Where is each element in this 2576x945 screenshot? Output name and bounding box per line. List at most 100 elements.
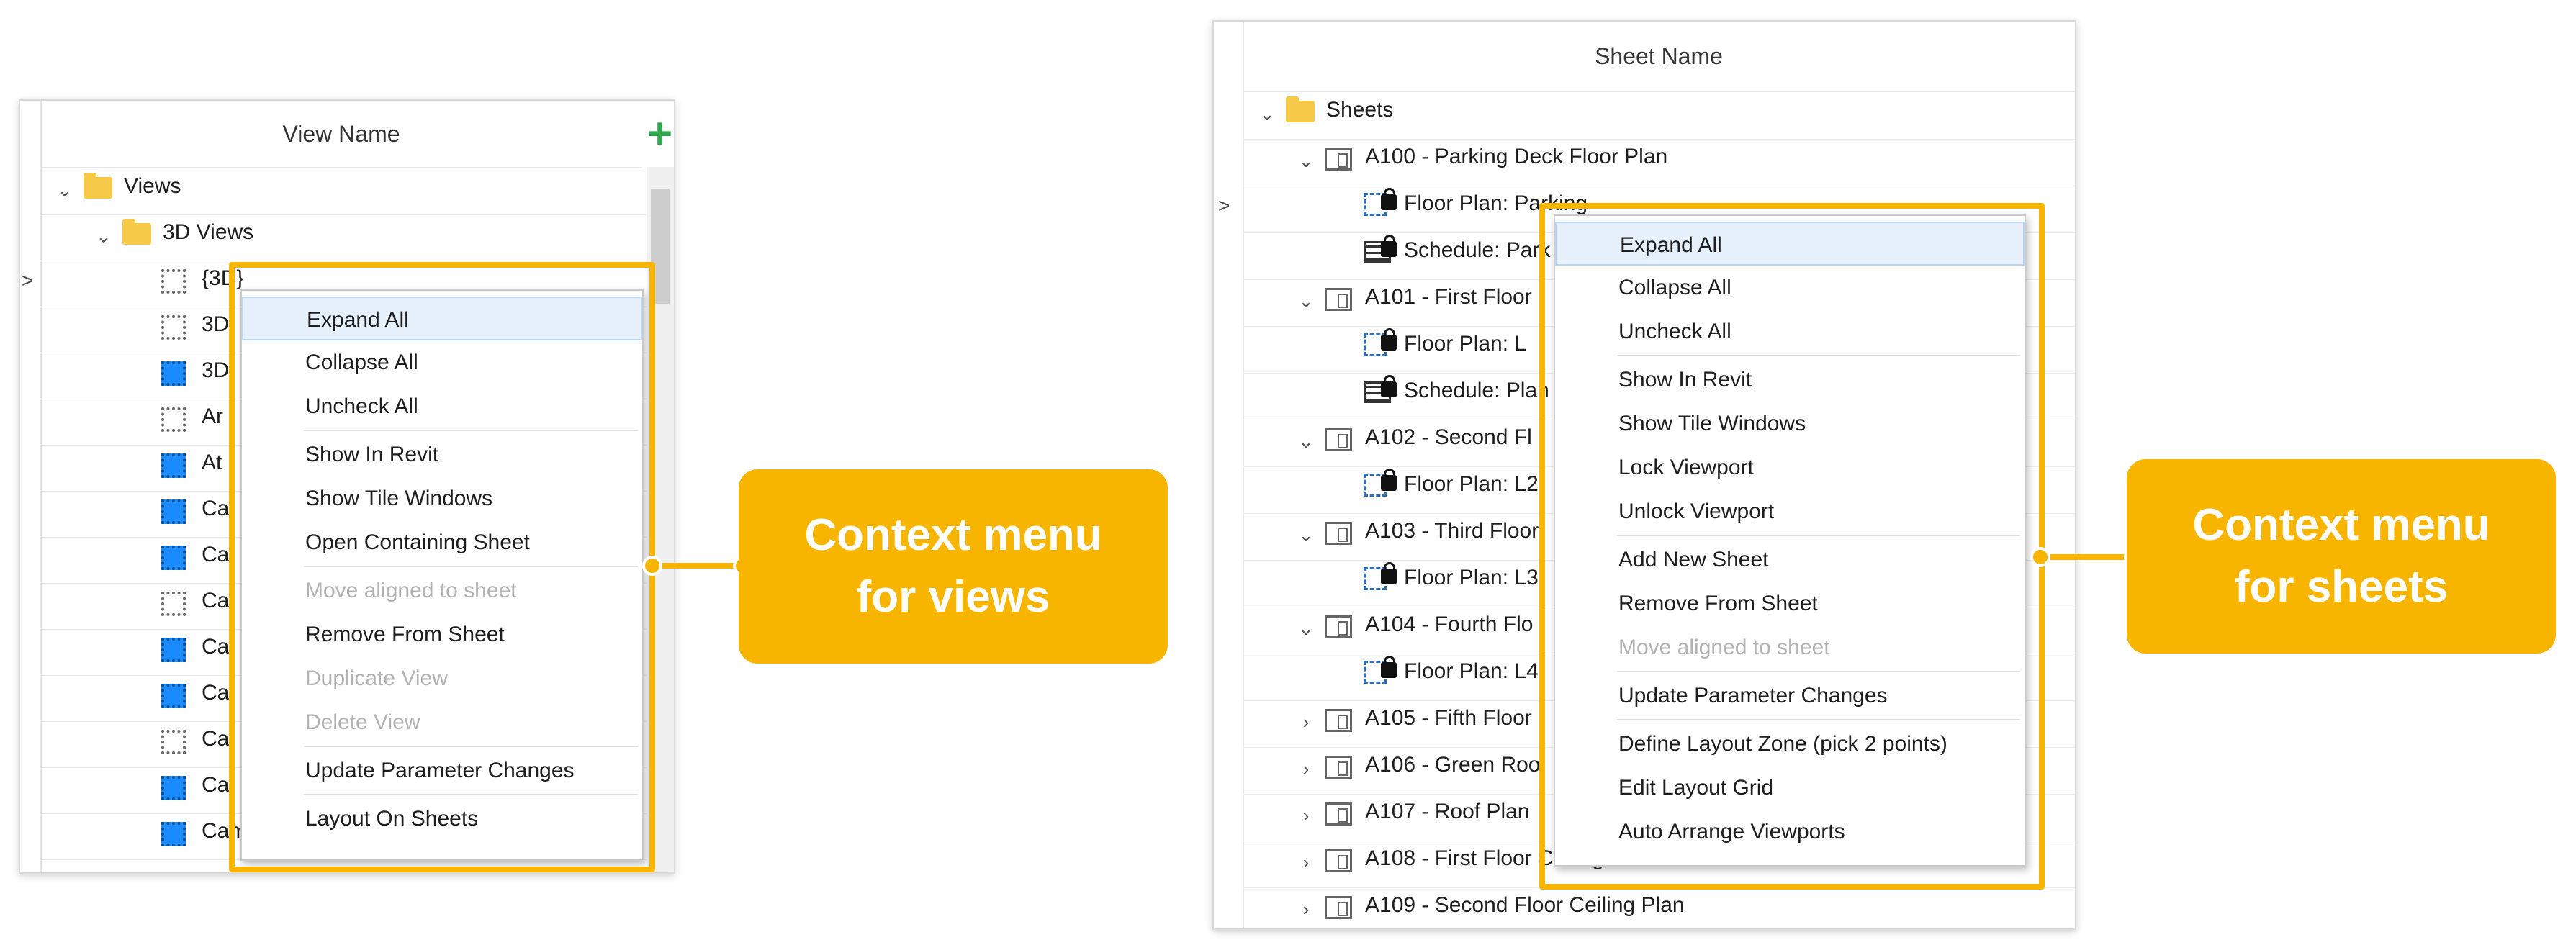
lock-icon (1381, 375, 1397, 397)
tree-row[interactable]: ⌄ A100 - Parking Deck Floor Plan (1243, 139, 2075, 186)
view-name-column-header[interactable]: View Name (40, 101, 642, 168)
chevron-icon[interactable]: ⌄ (94, 226, 114, 246)
view-selected-icon (161, 822, 186, 846)
chevron-icon[interactable]: › (1296, 759, 1316, 779)
sheets-callout-dot-start (2030, 547, 2050, 567)
chevron-icon[interactable]: ⌄ (1296, 525, 1316, 545)
tree-row-label: A106 - Green Roo (1365, 753, 1541, 777)
views-callout-dot-start (642, 556, 662, 576)
tree-row-label: A101 - First Floor (1365, 285, 1532, 309)
menu-separator (304, 566, 638, 567)
view-icon (161, 315, 186, 340)
sheet-icon (1325, 802, 1352, 826)
chevron-icon[interactable]: ⌄ (55, 180, 75, 200)
menu-item-define-layout-zone-pick-2-points[interactable]: Define Layout Zone (pick 2 points) (1555, 722, 2025, 766)
tree-row[interactable]: › A109 - Second Floor Ceiling Plan (1243, 887, 2075, 928)
tree-row-label: Schedule: Plan (1404, 379, 1549, 402)
tree-row-label: Ca (202, 681, 230, 705)
menu-item-add-new-sheet[interactable]: Add New Sheet (1555, 538, 2025, 582)
row-header-gutter: > (20, 101, 42, 872)
chevron-icon[interactable]: ⌄ (1296, 291, 1316, 311)
sheet-icon (1325, 709, 1352, 732)
menu-item-open-containing-sheet[interactable]: Open Containing Sheet (242, 520, 642, 564)
lock-icon (1381, 188, 1397, 210)
menu-item-remove-from-sheet[interactable]: Remove From Sheet (1555, 582, 2025, 625)
sheet-icon (1325, 522, 1352, 545)
sheet-icon (1325, 849, 1352, 872)
views-callout-line2: for views (856, 572, 1050, 622)
chevron-icon[interactable]: ⌄ (1296, 150, 1316, 171)
chevron-icon[interactable]: ⌄ (1296, 618, 1316, 638)
tree-row[interactable]: ⌄ 3D Views (40, 214, 647, 261)
menu-separator (1617, 671, 2020, 672)
menu-item-show-tile-windows[interactable]: Show Tile Windows (1555, 402, 2025, 446)
menu-item-collapse-all[interactable]: Collapse All (1555, 266, 2025, 309)
sheet-icon (1325, 756, 1352, 779)
menu-item-auto-arrange-viewports[interactable]: Auto Arrange Viewports (1555, 810, 2025, 854)
sheet-icon (1325, 288, 1352, 311)
folder-icon (122, 219, 151, 245)
menu-item-unlock-viewport[interactable]: Unlock Viewport (1555, 489, 2025, 533)
views-context-menu: Expand All Collapse All Uncheck All Show In… (240, 289, 644, 861)
menu-item-layout-on-sheets[interactable]: Layout On Sheets (242, 797, 642, 841)
menu-separator (1617, 719, 2020, 720)
views-scrollbar-thumb[interactable] (651, 189, 670, 304)
menu-item-move-aligned-to-sheet: Move aligned to sheet (1618, 636, 1830, 659)
menu-item-show-in-revit[interactable]: Show In Revit (242, 433, 642, 476)
view-icon (161, 730, 186, 754)
lock-icon (1381, 235, 1397, 257)
menu-separator (304, 430, 638, 431)
menu-item-collapse-all[interactable]: Collapse All (242, 340, 642, 384)
tree-row-label: A105 - Fifth Floor (1365, 706, 1532, 730)
menu-item-show-tile-windows[interactable]: Show Tile Windows (242, 476, 642, 520)
menu-item-uncheck-all[interactable]: Uncheck All (242, 384, 642, 428)
tree-row-label: 3D (202, 358, 230, 382)
tree-row[interactable]: ⌄ Sheets (1243, 92, 2075, 140)
menu-item-edit-layout-grid[interactable]: Edit Layout Grid (1555, 766, 2025, 810)
sheet-name-column-header[interactable]: Sheet Name (1243, 22, 2075, 92)
view-selected-icon (161, 453, 186, 478)
tree-row-label: Ca (202, 727, 230, 751)
tree-row-label: Ca (202, 543, 230, 566)
current-row-marker: > (22, 269, 34, 291)
sheets-context-menu: Expand All Collapse All Uncheck All Show In… (1554, 214, 2026, 867)
tree-row-label: A100 - Parking Deck Floor Plan (1365, 145, 1668, 168)
menu-item-expand-all[interactable]: Expand All (242, 297, 642, 340)
views-callout-connector (652, 563, 746, 569)
chevron-icon[interactable]: › (1296, 899, 1316, 919)
menu-item-lock-viewport[interactable]: Lock Viewport (1555, 446, 2025, 489)
menu-item-update-parameter-changes[interactable]: Update Parameter Changes (242, 749, 642, 792)
menu-item-show-in-revit[interactable]: Show In Revit (1555, 358, 2025, 402)
sheet-icon (1325, 615, 1352, 638)
menu-item-move-aligned-to-sheet: Move aligned to sheet (305, 579, 517, 602)
menu-item-duplicate-view: Duplicate View (305, 666, 448, 690)
menu-item-update-parameter-changes[interactable]: Update Parameter Changes (1555, 674, 2025, 718)
tree-row-label: Ar (202, 404, 223, 428)
chevron-icon[interactable]: › (1296, 852, 1316, 872)
chevron-icon[interactable]: › (1296, 712, 1316, 732)
view-selected-icon (161, 776, 186, 800)
chevron-icon[interactable]: › (1296, 805, 1316, 826)
chevron-icon[interactable]: ⌄ (1296, 431, 1316, 451)
chevron-icon[interactable]: ⌄ (1257, 104, 1277, 124)
tree-row[interactable]: ⌄ Views (40, 168, 647, 215)
menu-item-expand-all[interactable]: Expand All (1555, 222, 2025, 266)
menu-item-uncheck-all[interactable]: Uncheck All (1555, 309, 2025, 353)
add-view-button[interactable]: + (647, 112, 672, 155)
row-header-gutter-sheets: > (1214, 22, 1244, 928)
tree-row-label: Floor Plan: L3 (1404, 566, 1539, 589)
tree-row-label: {3D} (202, 266, 244, 290)
tree-row-label: Floor Plan: L (1404, 332, 1527, 356)
tree-row-label: Ca (202, 497, 230, 520)
views-callout: Context menu for views (739, 469, 1168, 664)
view-selected-icon (161, 638, 186, 662)
sheets-callout: Context menu for sheets (2127, 459, 2556, 654)
tree-row-label: Views (124, 174, 181, 198)
menu-item-remove-from-sheet[interactable]: Remove From Sheet (242, 612, 642, 656)
menu-separator (1617, 355, 2020, 356)
sheet-icon (1325, 896, 1352, 919)
view-selected-icon (161, 361, 186, 386)
views-scrollbar[interactable] (647, 167, 674, 872)
sheet-icon (1325, 428, 1352, 451)
lock-icon (1381, 562, 1397, 584)
